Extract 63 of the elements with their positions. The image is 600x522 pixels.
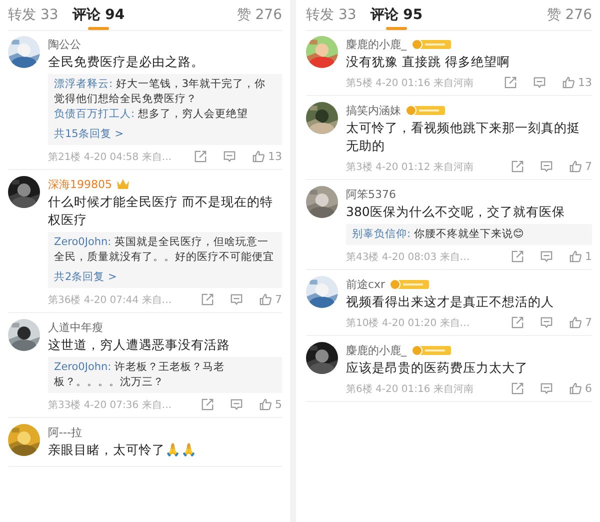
user-name[interactable]: 搞笑内涵妹 bbox=[346, 102, 401, 118]
like-button[interactable]: 1 bbox=[569, 250, 592, 263]
more-replies-link[interactable]: 共15条回复 > bbox=[54, 126, 124, 142]
comment-text: 这世道，穷人遭遇恶事没有活路 bbox=[48, 336, 231, 354]
comment-meta: 第6楼 4-20 01:16 来自河南 bbox=[346, 382, 474, 396]
like-button[interactable]: 13 bbox=[252, 150, 282, 163]
like-button[interactable]: 7 bbox=[569, 316, 592, 329]
comment-icon[interactable] bbox=[223, 150, 236, 163]
tab[interactable]: 评论 94 bbox=[72, 0, 125, 30]
like-button[interactable]: 5 bbox=[259, 398, 282, 411]
comment-meta: 第36楼 4-20 07:44 来自… bbox=[48, 294, 172, 306]
comment-text: 视频看得出来这才是真正不想活的人 bbox=[346, 293, 555, 311]
reply-text: 别辜负信仰: 你腰不疼就坐下来说😊 bbox=[352, 227, 525, 242]
user-name[interactable]: 人道中年瘦 bbox=[48, 320, 103, 334]
like-button[interactable]: 6 bbox=[569, 382, 592, 395]
comment-meta: 第21楼 4-20 04:58 来自… bbox=[48, 150, 172, 164]
comment-icon[interactable] bbox=[540, 316, 553, 329]
share-icon[interactable] bbox=[511, 160, 524, 173]
user-name[interactable]: 麋鹿的小鹿_ bbox=[346, 36, 406, 52]
comment-text: 应该是昂贵的医药费压力太大了 bbox=[346, 359, 529, 377]
likes-tab[interactable]: 赞 276 bbox=[236, 6, 282, 24]
more-replies-link[interactable]: 共2条回复 > bbox=[54, 269, 117, 285]
comment-icon[interactable] bbox=[540, 160, 553, 173]
reply-text: 负债百万打工人: 想多了，穷人会更绝望 bbox=[54, 107, 249, 122]
comment-meta: 第43楼 4-20 08:03 来自… bbox=[346, 250, 470, 264]
comment-text: 380医保为什么不交呢，交了就有医保 bbox=[346, 203, 566, 221]
share-icon[interactable] bbox=[511, 316, 524, 329]
reply-text: 漂浮者释云: 好大一笔钱，3年就干完了，你觉得他们想给全民免费医疗？ bbox=[54, 77, 267, 107]
user-name[interactable]: 阿---拉 bbox=[48, 424, 82, 440]
likes-tab[interactable]: 赞 276 bbox=[546, 6, 592, 24]
comment-meta: 第33楼 4-20 07:36 来自… bbox=[48, 398, 172, 412]
comment-icon[interactable] bbox=[230, 398, 243, 411]
share-icon[interactable] bbox=[504, 76, 517, 89]
comment-meta: 第3楼 4-20 01:12 来自河南 bbox=[346, 160, 474, 174]
like-button[interactable]: 7 bbox=[569, 160, 592, 173]
share-icon[interactable] bbox=[511, 250, 524, 263]
user-name[interactable]: 前途cxr bbox=[346, 276, 386, 292]
comment-icon[interactable] bbox=[540, 250, 553, 263]
comment-icon[interactable] bbox=[540, 382, 553, 395]
user-name[interactable]: 深海199805 bbox=[48, 176, 112, 192]
comment-text: 太可怜了，看视频他跳下来那一刻真的挺无助的 bbox=[346, 119, 581, 155]
share-icon[interactable] bbox=[511, 382, 524, 395]
user-name[interactable]: 陶公公 bbox=[48, 36, 81, 52]
like-button[interactable]: 13 bbox=[562, 76, 592, 89]
comment-meta: 第10楼 4-20 01:20 来自… bbox=[346, 316, 470, 330]
comment-text: 全民免费医疗是必由之路。 bbox=[48, 53, 205, 71]
tab[interactable]: 评论 95 bbox=[370, 0, 423, 30]
like-button[interactable]: 7 bbox=[259, 293, 282, 306]
reply-text: Zero0John: 许老板？王老板？马老板？。。。。沈万三？ bbox=[54, 360, 226, 390]
comment-icon[interactable] bbox=[230, 293, 243, 306]
tab[interactable]: 转发 33 bbox=[8, 0, 58, 30]
tab[interactable]: 转发 33 bbox=[306, 0, 356, 30]
comment-text: 没有犹豫 直接跳 得多绝望啊 bbox=[346, 53, 511, 71]
comment-text: 亲眼目睹，太可怜了🙏🙏 bbox=[48, 441, 198, 459]
user-name[interactable]: 阿笨5376 bbox=[346, 186, 396, 202]
comment-icon[interactable] bbox=[533, 76, 546, 89]
share-icon[interactable] bbox=[201, 293, 214, 306]
user-name[interactable]: 麋鹿的小鹿_ bbox=[346, 342, 406, 358]
reply-text: Zero0John: 英国就是全民医疗，但啥玩意一全民，质量就没有了。。好的医疗不可能便宜 bbox=[54, 235, 275, 265]
share-icon[interactable] bbox=[194, 150, 207, 163]
share-icon[interactable] bbox=[201, 398, 214, 411]
comment-text: 什么时候才能全民医疗 而不是现在的特权医疗 bbox=[48, 193, 274, 229]
comment-meta: 第5楼 4-20 01:16 来自河南 bbox=[346, 76, 474, 90]
